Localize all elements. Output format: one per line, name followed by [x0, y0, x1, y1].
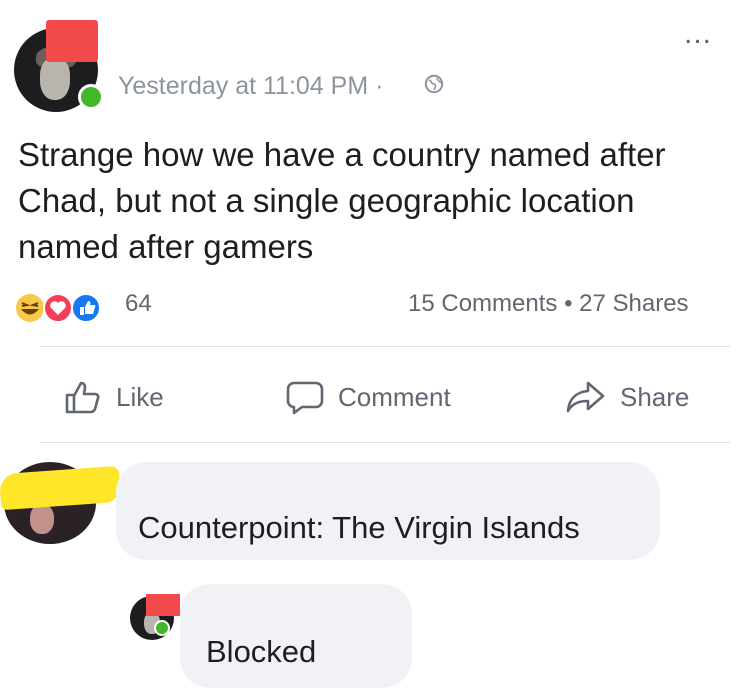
comment-bubble: Counterpoint: The Virgin Islands [116, 462, 660, 560]
comment-button[interactable]: Comment [286, 378, 451, 416]
shares-count-link[interactable]: 27 Shares [579, 290, 688, 317]
haha-icon [16, 294, 44, 322]
share-button[interactable]: Share [566, 378, 689, 416]
share-label: Share [620, 381, 690, 412]
like-icon [71, 293, 101, 323]
reaction-count[interactable]: 64 [125, 290, 152, 318]
comment-icon [286, 381, 324, 415]
online-status-dot [154, 620, 170, 636]
comment-text: Counterpoint: The Virgin Islands [138, 510, 580, 545]
globe-icon [424, 74, 444, 94]
love-icon [43, 293, 73, 323]
reply-bubble: Blocked [180, 584, 412, 688]
post-text: Strange how we have a country named afte… [18, 136, 666, 265]
redaction-mark [146, 594, 180, 616]
reaction-icons[interactable] [14, 292, 124, 324]
summary-separator: • [564, 290, 580, 317]
divider [40, 346, 730, 347]
post-timestamp[interactable]: Yesterday at 11:04 PM · [118, 72, 383, 101]
divider [40, 442, 730, 443]
redaction-mark [46, 20, 98, 62]
timestamp-separator: · [368, 72, 384, 100]
like-label: Like [116, 381, 164, 412]
online-status-dot [78, 84, 104, 110]
timestamp-text: Yesterday at 11:04 PM [118, 72, 369, 100]
more-options-button[interactable]: ... [684, 19, 712, 49]
comments-shares-summary: 15 Comments • 27 Shares [408, 290, 689, 318]
share-icon [566, 381, 605, 413]
like-button[interactable]: Like [64, 378, 164, 416]
redaction-mark [0, 465, 122, 511]
thumbs-up-icon [65, 381, 100, 414]
comments-count-link[interactable]: 15 Comments [408, 290, 557, 317]
reply-text: Blocked [206, 634, 317, 669]
comment-label: Comment [338, 381, 451, 412]
